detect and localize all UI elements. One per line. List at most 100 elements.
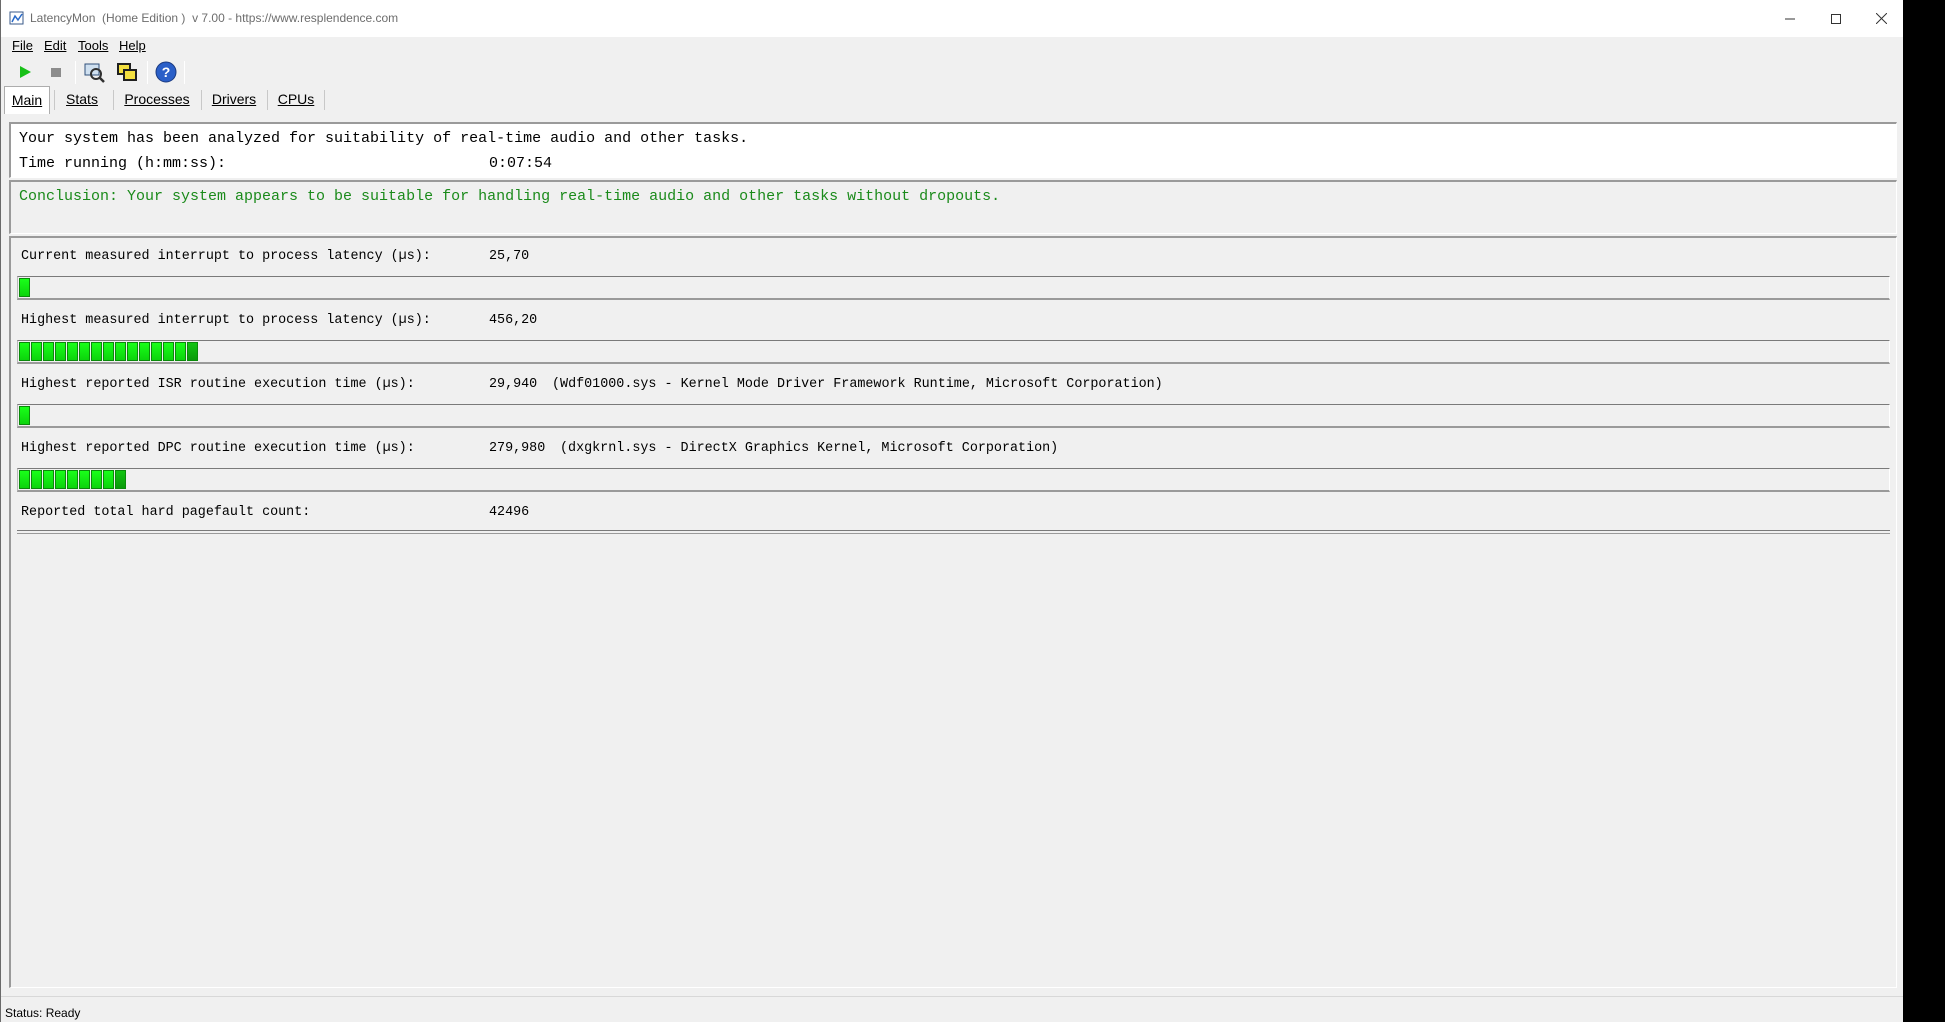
dpc-driver-detail: (dxgkrnl.sys - DirectX Graphics Kernel, …	[560, 441, 1059, 456]
bar-segment	[187, 342, 198, 361]
pagefault-value: 42496	[489, 505, 530, 520]
tab-cpus-label: CPUs	[277, 91, 315, 107]
stop-icon	[51, 68, 61, 77]
menu-edit[interactable]: Edit	[44, 38, 66, 53]
play-icon	[20, 66, 31, 78]
bar-segment	[163, 342, 174, 361]
menu-help[interactable]: Help	[119, 38, 146, 53]
current-latency-bar-fill	[19, 278, 30, 298]
isr-time-bar	[17, 404, 1890, 428]
bar-segment	[55, 470, 66, 489]
tab-separator	[54, 90, 55, 110]
pagefault-divider	[17, 530, 1890, 534]
pagefault-label: Reported total hard pagefault count:	[21, 505, 311, 520]
bar-segment	[31, 342, 42, 361]
bar-segment	[115, 342, 126, 361]
tab-separator	[201, 90, 202, 110]
bar-segment	[151, 342, 162, 361]
windows-icon	[117, 63, 137, 81]
bar-segment	[175, 342, 186, 361]
tab-processes-label: Processes	[124, 91, 190, 107]
dpc-time-label: Highest reported DPC routine execution t…	[21, 441, 415, 456]
tab-separator	[267, 90, 268, 110]
help-button[interactable]: ?	[154, 60, 178, 84]
dpc-time-bar-fill	[19, 470, 126, 490]
dpc-time-value: 279,980	[489, 441, 546, 456]
main-panel: Your system has been analyzed for suitab…	[1, 114, 1904, 994]
highest-latency-bar	[17, 340, 1890, 364]
bar-segment	[103, 342, 114, 361]
highest-latency-label: Highest measured interrupt to process la…	[21, 313, 431, 328]
maximize-icon	[1831, 13, 1841, 24]
bar-segment	[91, 342, 102, 361]
current-latency-bar	[17, 276, 1890, 300]
tab-main[interactable]: Main	[4, 86, 50, 114]
minimize-button[interactable]	[1767, 0, 1813, 37]
window-title: LatencyMon (Home Edition ) v 7.00 - http…	[30, 11, 399, 25]
desktop-background	[1903, 0, 1945, 1022]
bar-segment	[91, 470, 102, 489]
bar-segment	[103, 470, 114, 489]
title-bar[interactable]: LatencyMon (Home Edition ) v 7.00 - http…	[1, 0, 1904, 37]
minimize-icon	[1785, 18, 1795, 19]
tab-cpus[interactable]: CPUs	[273, 88, 319, 112]
toolbar-separator	[184, 61, 185, 84]
current-latency-value: 25,70	[489, 249, 530, 264]
time-running-value: 0:07:54	[489, 155, 553, 172]
analyzed-text: Your system has been analyzed for suitab…	[19, 130, 749, 147]
menu-bar: File Edit Tools Help	[1, 37, 1904, 56]
tab-main-label: Main	[11, 92, 43, 108]
maximize-button[interactable]	[1813, 0, 1859, 37]
start-button[interactable]	[13, 60, 37, 84]
tab-bar: Main Stats Processes Drivers CPUs	[1, 86, 1904, 114]
status-text: Status: Ready	[5, 1006, 81, 1020]
summary-panel: Your system has been analyzed for suitab…	[9, 122, 1897, 178]
stop-button[interactable]	[44, 60, 68, 84]
bar-segment	[19, 470, 30, 489]
analyze-icon	[84, 63, 105, 83]
menu-tools-label: Tools	[78, 38, 109, 53]
toolbar-separator	[75, 61, 76, 84]
close-icon	[1875, 13, 1887, 24]
bar-segment	[139, 342, 150, 361]
conclusion-text: Conclusion: Your system appears to be su…	[19, 188, 1001, 205]
dpc-time-bar	[17, 468, 1890, 492]
bar-segment	[115, 470, 126, 489]
bar-segment	[79, 470, 90, 489]
tab-stats-label: Stats	[66, 91, 98, 107]
time-running-label: Time running (h:mm:ss):	[19, 155, 227, 172]
tab-stats[interactable]: Stats	[59, 88, 105, 112]
bar-segment	[43, 342, 54, 361]
windows-button[interactable]	[115, 60, 139, 84]
bar-segment	[67, 342, 78, 361]
menu-edit-label: Edit	[44, 38, 67, 53]
svg-text:?: ?	[162, 64, 171, 80]
close-button[interactable]	[1858, 0, 1904, 37]
conclusion-panel: Conclusion: Your system appears to be su…	[9, 180, 1897, 234]
help-icon: ?	[155, 61, 177, 83]
tab-processes[interactable]: Processes	[119, 88, 195, 112]
bar-segment	[19, 406, 30, 425]
toolbar-separator	[147, 61, 148, 84]
bar-segment	[79, 342, 90, 361]
app-window: LatencyMon (Home Edition ) v 7.00 - http…	[0, 0, 1904, 1022]
tab-separator	[324, 90, 325, 110]
highest-latency-bar-fill	[19, 342, 198, 362]
isr-time-value: 29,940	[489, 377, 538, 392]
menu-file[interactable]: File	[12, 38, 33, 53]
menu-tools[interactable]: Tools	[78, 38, 108, 53]
toolbar: ?	[1, 58, 1904, 86]
bar-segment	[19, 342, 30, 361]
tab-separator	[113, 90, 114, 110]
status-bar: Status: Ready	[1, 996, 1904, 1022]
app-icon	[9, 11, 24, 25]
tab-drivers[interactable]: Drivers	[207, 88, 261, 112]
menu-help-label: Help	[119, 38, 146, 53]
bar-segment	[67, 470, 78, 489]
bar-segment	[43, 470, 54, 489]
tab-drivers-label: Drivers	[211, 91, 257, 107]
bar-segment	[127, 342, 138, 361]
analyze-button[interactable]	[82, 60, 106, 84]
highest-latency-value: 456,20	[489, 313, 538, 328]
isr-driver-detail: (Wdf01000.sys - Kernel Mode Driver Frame…	[552, 377, 1163, 392]
